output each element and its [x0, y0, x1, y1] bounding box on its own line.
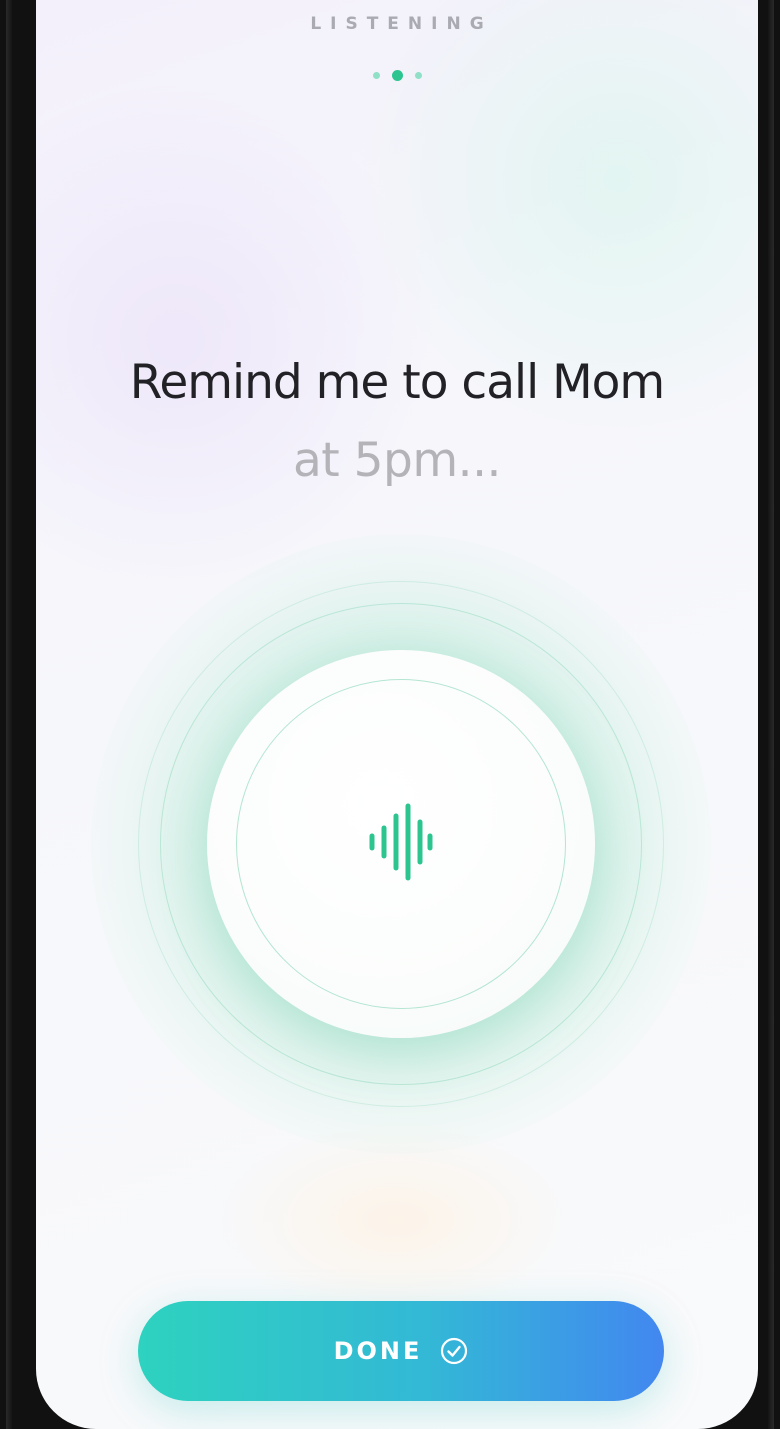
page-dot [372, 71, 380, 79]
frame-edge-left [6, 0, 12, 1429]
done-button[interactable]: DONE [138, 1301, 664, 1401]
done-button-label: DONE [333, 1337, 423, 1365]
frame-edge-right [768, 0, 774, 1429]
phone-frame: LISTENING Remind me to call Mom at 5pm..… [0, 0, 780, 1429]
audio-wave-icon [366, 802, 436, 886]
transcript-line-partial: at 5pm... [292, 433, 502, 488]
listening-status-label: LISTENING [310, 14, 493, 34]
screen: LISTENING Remind me to call Mom at 5pm..… [36, 0, 758, 1429]
check-circle-icon [441, 1337, 468, 1365]
page-dot-active [391, 69, 403, 81]
transcript-line-primary: Remind me to call Mom [129, 355, 665, 410]
page-dot [414, 71, 422, 79]
page-indicator [36, 68, 758, 82]
transcript: Remind me to call Mom at 5pm... [36, 352, 758, 492]
